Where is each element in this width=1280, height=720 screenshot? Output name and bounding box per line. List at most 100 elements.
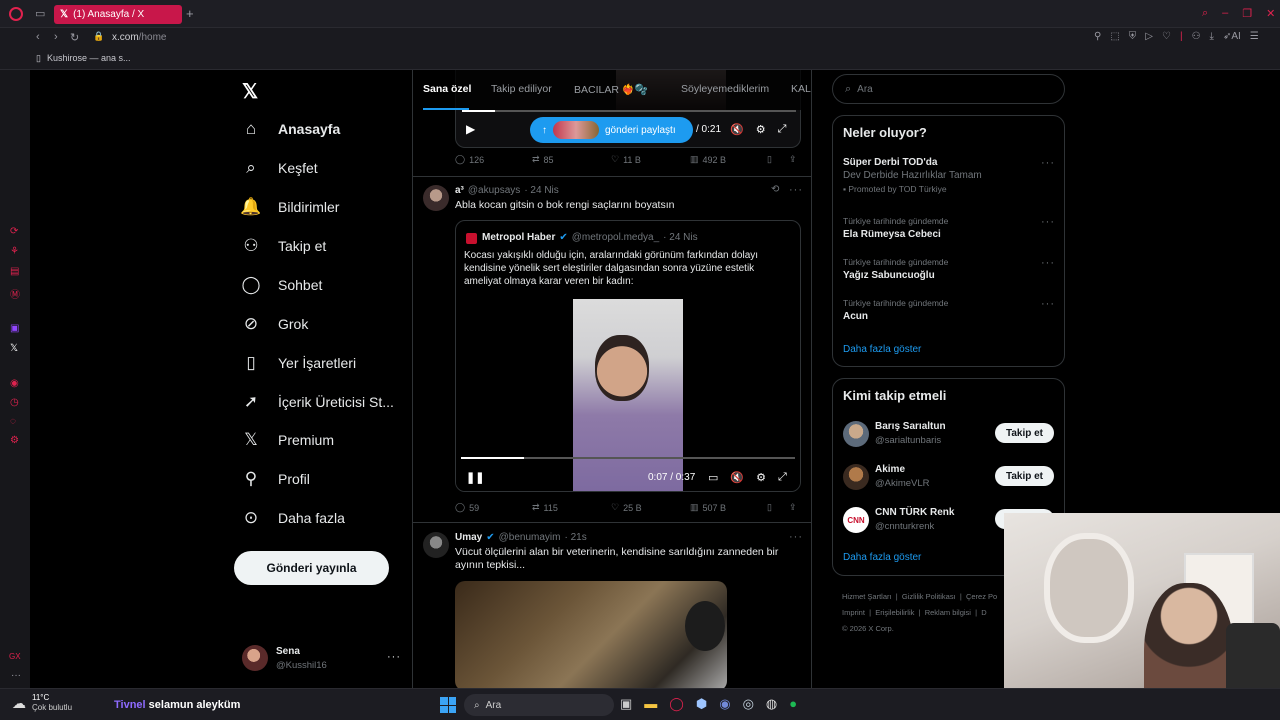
pause-icon[interactable]: ❚❚ <box>466 471 484 484</box>
reload-icon[interactable]: ↻ <box>70 31 79 44</box>
trend-item[interactable]: Türkiye tarihinde gündemde Ela Rümeysa C… <box>843 216 1055 240</box>
mute-icon[interactable]: 🔇 <box>730 123 744 136</box>
follow-item[interactable]: Barış Sarıaltun @sarialtunbaris Takip et <box>843 419 1055 451</box>
bookmark-button[interactable]: ▯ <box>767 154 772 165</box>
fullscreen-icon[interactable]: ⤢ <box>778 123 787 136</box>
video-player[interactable]: ❚❚ 0:07 / 0:37 ▭ 🔇 ⚙ ⤢ <box>456 299 800 491</box>
twitch-icon[interactable]: ▣ <box>10 323 19 334</box>
tab-kal[interactable]: KAL <box>791 83 811 95</box>
tweet-time[interactable]: · 24 Nis <box>524 185 558 196</box>
follow-item[interactable]: Akime @AkimeVLR Takip et <box>843 462 1055 494</box>
spotify-icon[interactable]: ● <box>789 696 797 712</box>
bookmark-button[interactable]: ▯ <box>767 502 772 513</box>
footer-link[interactable]: Imprint <box>842 608 865 617</box>
trend-item[interactable]: Türkiye tarihinde gündemde Yağız Sabuncu… <box>843 257 1055 281</box>
x-logo-icon[interactable]: 𝕏 <box>242 79 258 104</box>
author-name[interactable]: Umay <box>455 532 482 543</box>
account-icon[interactable]: ⚇ <box>1192 31 1201 42</box>
video-progress-track[interactable] <box>461 457 795 459</box>
menu-icon[interactable]: ☰ <box>1250 31 1259 42</box>
app-icon[interactable]: ⬢ <box>696 696 707 712</box>
nav-item-9[interactable]: 𝕏 Premium <box>240 421 334 459</box>
nav-item-7[interactable]: ▯ Yer İşaretleri <box>240 344 356 382</box>
show-more-link[interactable]: Daha fazla göster <box>843 552 921 563</box>
x-sidebar-icon[interactable]: 𝕏 <box>10 343 19 354</box>
start-icon[interactable] <box>440 697 456 713</box>
tweet-time[interactable]: · 21s <box>564 532 586 543</box>
aria-icon[interactable]: ⟳ <box>10 226 20 237</box>
footer-link[interactable]: D <box>981 608 986 617</box>
nav-item-10[interactable]: ⚲ Profil <box>240 460 310 498</box>
author-handle[interactable]: @benumayim <box>499 532 561 543</box>
share-pill[interactable]: ↑ gönderi paylaştı <box>530 117 693 143</box>
follow-button[interactable]: Takip et <box>995 466 1054 486</box>
play-icon[interactable]: ▷ <box>1145 31 1153 42</box>
search-box[interactable]: ⌕ Ara <box>832 74 1065 104</box>
nav-item-3[interactable]: 🔔 Bildirimler <box>240 188 339 226</box>
ai-icon[interactable]: ➶AI <box>1223 31 1241 42</box>
steam-icon[interactable]: ◎ <box>743 696 754 712</box>
reply-button[interactable]: ◯ 126 <box>455 154 484 165</box>
close-icon[interactable]: ✕ <box>1266 7 1275 20</box>
avatar[interactable] <box>423 532 449 558</box>
share-button[interactable]: ⇪ <box>789 154 797 165</box>
trend-item[interactable]: Türkiye tarihinde gündemde Acun ··· <box>843 298 1055 322</box>
more-icon[interactable]: ··· <box>387 651 401 663</box>
footer-link[interactable]: Erişilebilirlik <box>875 608 914 617</box>
footer-link[interactable]: Gizlilik Politikası <box>902 592 956 601</box>
play-icon[interactable]: ▶ <box>466 122 475 136</box>
video-progress-track[interactable] <box>462 110 796 112</box>
m-icon[interactable]: Ⓜ <box>10 286 20 301</box>
tab-bacilar[interactable]: BACILAR ❤️‍🔥🫧 <box>574 83 648 96</box>
nav-item-4[interactable]: ⚇ Takip et <box>240 227 326 265</box>
footer-link[interactable]: Reklam bilgisi <box>925 608 971 617</box>
tab-overview-icon[interactable]: ▭ <box>35 7 45 20</box>
shield-icon[interactable]: ⛨ <box>1129 31 1137 42</box>
minimize-icon[interactable]: – <box>1222 7 1228 20</box>
footer-link[interactable]: Hizmet Şartları <box>842 592 892 601</box>
author-handle[interactable]: @akupsays <box>468 185 520 196</box>
search-icon[interactable]: ⌕ <box>1202 7 1208 20</box>
gx-icon[interactable]: GX <box>9 652 21 661</box>
video-thumbnail[interactable] <box>455 581 727 688</box>
quote-tweet[interactable]: Metropol Haber ✔ @metropol.medya_ · 24 N… <box>455 220 801 492</box>
settings-icon[interactable]: ⚙ <box>756 123 766 136</box>
settings-icon[interactable]: ⚙ <box>10 435 19 446</box>
trend-item[interactable]: Süper Derbi TOD'da Dev Derbide Hazırlıkl… <box>843 157 1055 194</box>
snapshot-icon[interactable]: ⬚ <box>1110 31 1119 42</box>
player-icon[interactable]: ◉ <box>10 378 19 389</box>
pin-icon[interactable]: ⚲ <box>1094 31 1101 42</box>
like-button[interactable]: ♡ 25 B <box>611 502 642 513</box>
maximize-icon[interactable]: ❐ <box>1242 7 1252 20</box>
file-explorer-icon[interactable]: ▬ <box>644 696 657 712</box>
more-icon[interactable]: ··· <box>1041 157 1055 169</box>
repost-button[interactable]: ⇄ 115 <box>532 502 558 513</box>
messenger-icon[interactable]: ▤ <box>10 266 20 277</box>
nav-item-5[interactable]: ◯ Sohbet <box>240 266 322 304</box>
tab-following[interactable]: Takip ediliyor <box>491 83 552 95</box>
captions-icon[interactable]: ▭ <box>708 471 718 484</box>
obs-icon[interactable]: ◍ <box>766 696 777 712</box>
new-tab-icon[interactable]: + <box>186 6 194 21</box>
tab-soyleyemediklerim[interactable]: Söyleyemediklerim <box>681 83 769 95</box>
chat-bubble-icon[interactable]: ◌ <box>10 416 19 427</box>
show-more-link[interactable]: Daha fazla göster <box>843 344 921 355</box>
like-button[interactable]: ♡ 11 B <box>611 154 641 165</box>
nav-item-8[interactable]: ➚ İçerik Üreticisi St... <box>240 383 394 421</box>
more-icon[interactable]: ··· <box>1041 298 1055 310</box>
views-button[interactable]: ▥ 507 B <box>690 502 726 513</box>
grok-icon[interactable]: ⟲ <box>771 184 779 195</box>
views-button[interactable]: ▥ 492 B <box>690 154 726 165</box>
nav-item-11[interactable]: ⊙ Daha fazla <box>240 499 345 537</box>
more-icon[interactable]: ··· <box>11 670 21 681</box>
back-icon[interactable]: ‹ <box>36 31 40 43</box>
footer-link[interactable]: Çerez Po <box>966 592 997 601</box>
active-tab[interactable]: 𝕏 (1) Anasayfa / X <box>54 5 182 24</box>
nav-item-2[interactable]: ⌕ Keşfet <box>240 149 317 187</box>
share-button[interactable]: ⇪ <box>789 502 797 513</box>
bookmark-item[interactable]: ▯ Kushirose — ana s... <box>36 53 131 64</box>
more-icon[interactable]: ··· <box>1041 216 1055 228</box>
author-name[interactable]: a³ <box>455 185 464 196</box>
repost-button[interactable]: ⇄ 85 <box>532 154 554 165</box>
forward-icon[interactable]: › <box>54 31 58 43</box>
